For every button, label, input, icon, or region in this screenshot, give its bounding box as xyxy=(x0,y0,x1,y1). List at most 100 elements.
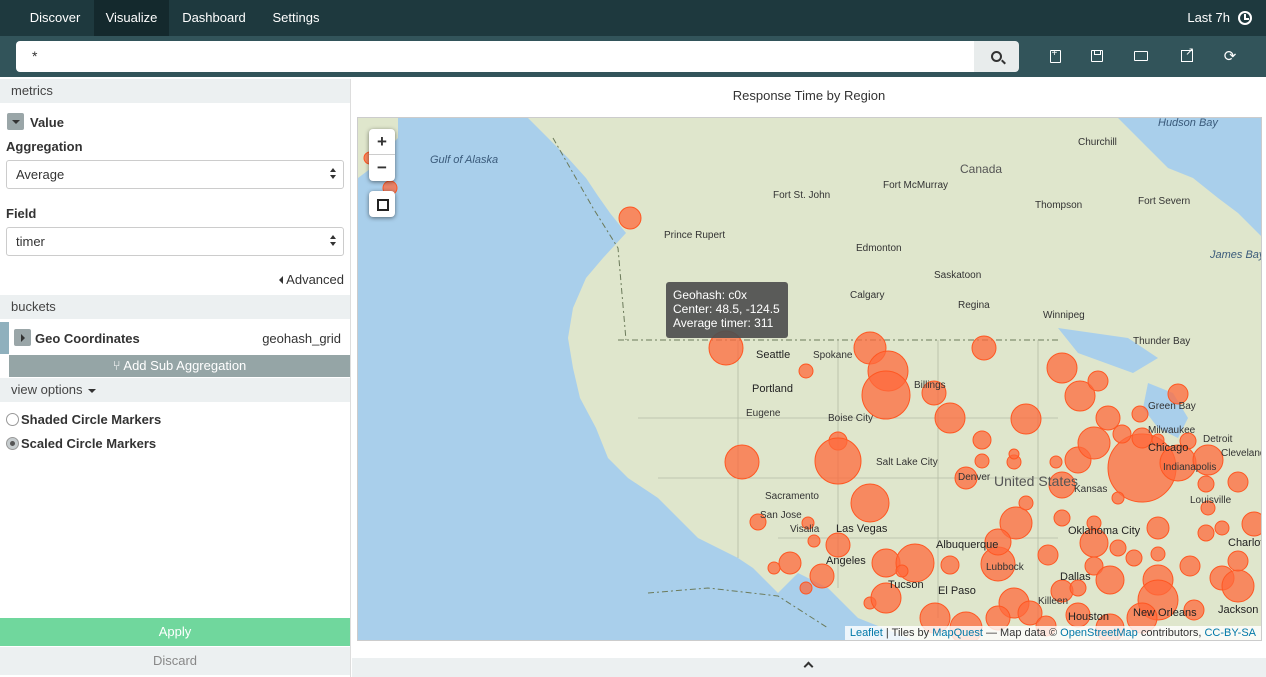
visualization-title: Response Time by Region xyxy=(732,88,886,103)
clock-icon xyxy=(1238,11,1252,25)
map-attribution: Leaflet | Tiles by MapQuest — Map data ©… xyxy=(844,626,1261,640)
geohash-marker[interactable] xyxy=(1010,403,1042,435)
bucket-toggle[interactable] xyxy=(14,329,31,346)
geohash-marker[interactable] xyxy=(1053,509,1071,527)
field-select[interactable]: timer xyxy=(6,227,344,256)
geohash-marker[interactable] xyxy=(1221,569,1255,603)
osm-link[interactable]: OpenStreetMap xyxy=(1060,627,1138,639)
aggregation-select[interactable]: Average xyxy=(6,160,344,189)
geohash-marker[interactable] xyxy=(1046,352,1078,384)
geohash-marker[interactable] xyxy=(724,444,760,480)
metric-toggle[interactable] xyxy=(7,113,24,130)
map-container[interactable]: Gulf of Alaska Hudson Bay Churchill Canada F… xyxy=(357,117,1262,641)
time-picker[interactable]: Last 7h xyxy=(1187,0,1252,36)
shaded-markers-radio[interactable] xyxy=(6,413,19,426)
geohash-marker[interactable] xyxy=(934,402,966,434)
geohash-marker[interactable] xyxy=(798,363,814,379)
search-button[interactable] xyxy=(974,41,1019,72)
aggregation-value: Average xyxy=(16,167,65,182)
zoom-in-button[interactable]: + xyxy=(369,129,395,155)
geohash-marker[interactable] xyxy=(807,534,821,548)
geohash-marker[interactable] xyxy=(1087,370,1109,392)
attribution-text-1: | Tiles by xyxy=(882,627,933,639)
geohash-marker[interactable] xyxy=(767,561,781,575)
view-options-toggle[interactable]: view options xyxy=(0,378,350,402)
geohash-marker[interactable] xyxy=(1095,565,1125,595)
add-sub-aggregation-button[interactable]: ⑂ Add Sub Aggregation xyxy=(9,355,350,377)
save-button[interactable] xyxy=(1089,48,1105,64)
geohash-marker[interactable] xyxy=(1037,544,1059,566)
buckets-header: buckets xyxy=(0,295,350,319)
geohash-marker[interactable] xyxy=(1150,546,1166,562)
refresh-button[interactable]: ⟳ xyxy=(1222,48,1238,65)
geohash-marker[interactable] xyxy=(799,581,813,595)
new-visualization-button[interactable] xyxy=(1047,48,1063,64)
geohash-marker[interactable] xyxy=(1179,555,1201,577)
geohash-marker[interactable] xyxy=(1125,549,1143,567)
top-nav: Discover Visualize Dashboard Settings La… xyxy=(0,0,1266,36)
geohash-marker[interactable] xyxy=(1131,405,1149,423)
advanced-toggle[interactable]: Advanced xyxy=(279,272,344,287)
tab-visualize[interactable]: Visualize xyxy=(94,0,169,36)
geohash-marker[interactable] xyxy=(971,335,997,361)
map-canvas[interactable]: Gulf of Alaska Hudson Bay Churchill Canada F… xyxy=(358,118,1262,641)
geohash-marker[interactable] xyxy=(1077,426,1111,460)
caret-left-icon xyxy=(279,276,284,284)
geohash-marker[interactable] xyxy=(1111,491,1125,505)
attribution-text-3: contributors, xyxy=(1137,627,1205,639)
geohash-marker[interactable] xyxy=(825,532,851,558)
leaflet-link[interactable]: Leaflet xyxy=(850,627,883,639)
discard-button[interactable]: Discard xyxy=(0,647,350,675)
map-label: Churchill xyxy=(1078,137,1117,148)
map-label: Canada xyxy=(960,162,1002,176)
geohash-marker[interactable] xyxy=(1146,516,1170,540)
geohash-marker[interactable] xyxy=(1241,511,1262,537)
tab-settings[interactable]: Settings xyxy=(260,0,332,36)
apply-button[interactable]: Apply xyxy=(0,618,350,646)
geohash-marker[interactable] xyxy=(778,551,802,575)
caret-down-icon xyxy=(88,388,97,393)
geohash-marker[interactable] xyxy=(1197,475,1215,493)
metrics-header: metrics xyxy=(0,79,350,103)
geohash-marker[interactable] xyxy=(895,564,909,578)
zoom-control: + − xyxy=(369,129,395,181)
geohash-marker[interactable] xyxy=(974,453,990,469)
map-label: Dallas xyxy=(1060,571,1091,583)
geohash-marker[interactable] xyxy=(1227,550,1249,572)
geohash-marker[interactable] xyxy=(972,430,992,450)
geohash-marker[interactable] xyxy=(850,483,890,523)
open-button[interactable] xyxy=(1133,48,1149,64)
zoom-out-button[interactable]: − xyxy=(369,155,395,181)
map-label: United States xyxy=(994,473,1078,489)
geohash-marker[interactable] xyxy=(814,437,862,485)
caret-right-icon xyxy=(21,334,25,342)
geohash-marker[interactable] xyxy=(1018,495,1034,511)
mapquest-link[interactable]: MapQuest xyxy=(932,627,983,639)
bottom-collapse-bar[interactable] xyxy=(352,658,1266,677)
caret-down-icon xyxy=(12,120,20,124)
geohash-marker[interactable] xyxy=(861,370,911,420)
geohash-marker[interactable] xyxy=(1008,448,1020,460)
geohash-marker[interactable] xyxy=(1112,424,1132,444)
geohash-marker[interactable] xyxy=(809,563,835,589)
tab-discover[interactable]: Discover xyxy=(17,0,93,36)
tab-dashboard[interactable]: Dashboard xyxy=(171,0,257,36)
map-label: Saskatoon xyxy=(934,270,981,281)
geohash-marker[interactable] xyxy=(1214,520,1230,536)
map-label: Calgary xyxy=(850,290,884,301)
share-button[interactable] xyxy=(1179,45,1195,64)
search-icon xyxy=(991,51,1002,62)
geohash-marker[interactable] xyxy=(1227,471,1249,493)
geohash-marker[interactable] xyxy=(1049,455,1063,469)
license-link[interactable]: CC-BY-SA xyxy=(1204,627,1256,639)
scaled-markers-radio[interactable] xyxy=(6,437,19,450)
attribution-text-2: — Map data © xyxy=(982,627,1061,639)
geohash-marker[interactable] xyxy=(618,206,642,230)
crop-filter-button[interactable] xyxy=(369,191,395,217)
geohash-marker[interactable] xyxy=(1109,539,1127,557)
shaded-markers-label: Shaded Circle Markers xyxy=(21,412,162,427)
geohash-marker[interactable] xyxy=(940,555,960,575)
geohash-marker[interactable] xyxy=(1197,524,1215,542)
search-input[interactable]: * xyxy=(16,41,974,72)
map-label: Chicago xyxy=(1148,442,1188,454)
